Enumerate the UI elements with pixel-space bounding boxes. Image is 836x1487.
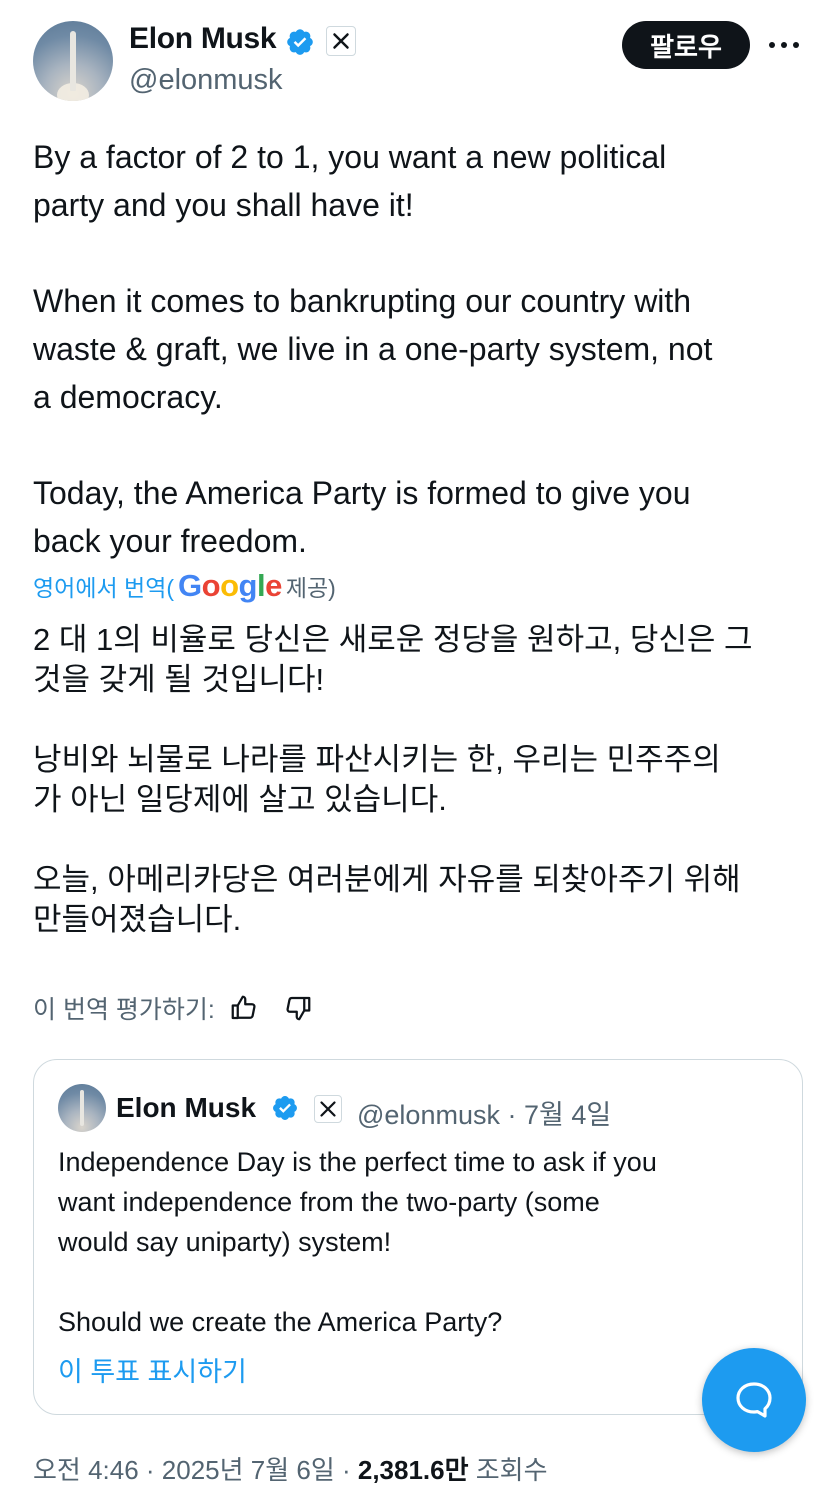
provided-label: 제공) (285, 575, 336, 601)
quoted-avatar (58, 1084, 106, 1132)
translated-text: 2 대 1의 비율로 당신은 새로운 정당을 원하고, 당신은 그 것을 갖게 … (33, 622, 753, 937)
author-name[interactable]: Elon Musk (129, 22, 277, 56)
avatar[interactable] (33, 21, 113, 101)
compose-chat-icon (736, 1382, 772, 1418)
tweet-header: Elon Musk @elonmusk 팔로우 (0, 0, 836, 115)
compose-chat-button[interactable] (702, 1348, 806, 1452)
quoted-handle-date: @elonmusk · 7월 4일 (357, 1100, 612, 1130)
verified-badge-icon[interactable] (285, 27, 315, 57)
translation-attribution[interactable]: 영어에서 번역( Google 제공) (33, 568, 336, 604)
follow-button[interactable]: 팔로우 (622, 21, 750, 69)
google-logo: Google (178, 568, 282, 603)
author-handle[interactable]: @elonmusk (129, 64, 283, 97)
x-logo-icon[interactable] (326, 26, 356, 56)
more-icon[interactable] (766, 30, 802, 60)
x-logo-icon (314, 1095, 342, 1123)
translate-link-label[interactable]: 영어에서 번역( (33, 569, 174, 603)
verified-badge-icon (273, 1096, 297, 1120)
views-count: 2,381.6만 (357, 1455, 469, 1485)
thumbs-up-icon[interactable] (229, 993, 259, 1023)
views-label: 조회수 (468, 1455, 548, 1485)
rate-translation: 이 번역 평가하기: (33, 990, 313, 1026)
quoted-author-name: Elon Musk (116, 1092, 257, 1123)
thumbs-down-icon[interactable] (283, 993, 313, 1023)
timestamp[interactable]: 오전 4:46 · 2025년 7월 6일 · (33, 1455, 358, 1485)
tweet-meta: 오전 4:46 · 2025년 7월 6일 · 2,381.6만 조회수 (33, 1450, 548, 1487)
show-poll-link[interactable]: 이 투표 표시하기 (58, 1350, 247, 1389)
quoted-text: Independence Day is the perfect time to … (58, 1147, 657, 1337)
rate-label: 이 번역 평가하기: (33, 996, 215, 1024)
quoted-tweet[interactable]: Elon Musk @elonmusk · 7월 4일 Independence… (33, 1059, 803, 1415)
tweet-text: By a factor of 2 to 1, you want a new po… (33, 139, 713, 559)
